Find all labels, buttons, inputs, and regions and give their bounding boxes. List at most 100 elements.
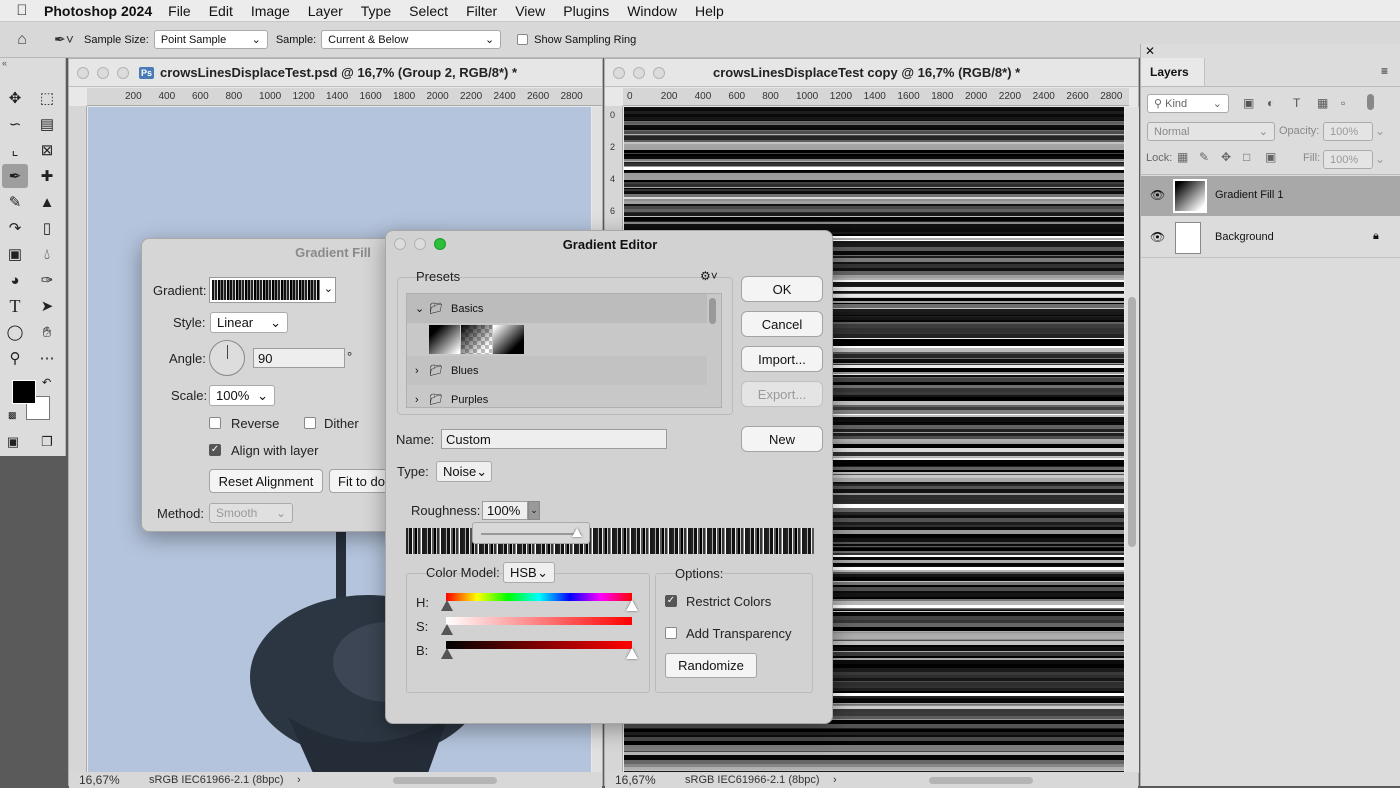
object-select-icon[interactable]: ▤ [34,112,60,136]
lock-position-icon[interactable]: ✥ [1221,150,1231,164]
chevron-down-icon[interactable]: ⌄ [415,302,427,315]
brush-tool-icon[interactable]: ✎ [2,190,28,214]
style-select[interactable]: Linear ⌄ [210,312,288,333]
eyedropper-tool-icon[interactable]: ✒ [2,164,28,188]
zoom-level[interactable]: 16,67% [605,773,677,787]
menu-plugins[interactable]: Plugins [563,3,609,19]
presets-scrollbar[interactable] [709,298,716,324]
shape-filter-icon[interactable]: ▦ [1317,96,1328,110]
apple-icon[interactable]:  [0,2,44,19]
roughness-input[interactable]: 100% [482,501,528,520]
opacity-field[interactable]: 100% [1323,122,1373,141]
layer-name[interactable]: Background [1215,231,1274,243]
ellipse-tool-icon[interactable]: ◯ [2,320,28,344]
color-model-select[interactable]: HSB ⌄ [503,562,555,583]
chevron-right-icon[interactable]: › [297,774,393,786]
menu-image[interactable]: Image [251,3,290,19]
visibility-eye-icon[interactable]: 👁︎ [1150,230,1165,244]
lock-artboard-icon[interactable]: □ [1243,150,1250,164]
preset-swatch-1[interactable] [429,325,460,354]
gradient-tool-icon[interactable]: ▣ [2,242,28,266]
close-icon[interactable] [77,66,89,79]
app-name[interactable]: Photoshop 2024 [44,3,152,19]
panel-menu-icon[interactable]: ≡ [1381,64,1388,78]
chevron-right-icon[interactable]: › [833,774,929,786]
fill-field[interactable]: 100% [1323,150,1373,169]
hue-min-thumb[interactable] [441,600,453,611]
menu-type[interactable]: Type [361,3,391,19]
adjustment-filter-icon[interactable]: ◐ [1267,96,1274,110]
blend-mode-select[interactable]: Normal ⌄ [1147,122,1275,141]
more-tools-icon[interactable]: ⋯ [34,346,60,370]
history-brush-icon[interactable]: ↷ [2,216,28,240]
menu-edit[interactable]: Edit [209,3,233,19]
folder-blues[interactable]: › 📁︎ Blues [407,356,707,385]
menu-help[interactable]: Help [695,3,724,19]
dodge-tool-icon[interactable]: ◕ [2,268,28,292]
roughness-slider-popup[interactable] [472,522,590,544]
menu-select[interactable]: Select [409,3,448,19]
export-button[interactable]: Export... [741,381,823,407]
smart-object-filter-icon[interactable]: ▫ [1341,96,1345,110]
type-filter-icon[interactable]: T [1293,96,1300,110]
scale-select[interactable]: 100% ⌄ [209,385,275,406]
presets-list[interactable]: ⌄ 📁︎ Basics › 📁︎ Blues › 📁︎ Purples [406,293,722,408]
document-tab-1[interactable]: Ps crowsLinesDisplaceTest.psd @ 16,7% (G… [69,59,602,87]
sample-size-select[interactable]: Point Sample ⌄ [153,30,268,49]
eraser-tool-icon[interactable]: ▯ [34,216,60,240]
folder-basics[interactable]: ⌄ 📁︎ Basics [407,294,707,323]
swap-colors-icon[interactable]: ↶ [42,376,51,389]
zoom-level[interactable]: 16,67% [69,773,141,787]
roughness-chevron-icon[interactable]: ⌄ [528,501,540,520]
menu-file[interactable]: File [168,3,191,19]
layer-name[interactable]: Gradient Fill 1 [1215,189,1283,201]
method-select[interactable]: Smooth ⌄ [209,503,293,523]
lasso-tool-icon[interactable]: ∽ [2,112,28,136]
hand-tool-icon[interactable]: ✋︎ [34,320,60,344]
type-tool-icon[interactable]: T [2,294,28,318]
menu-view[interactable]: View [515,3,545,19]
visibility-eye-icon[interactable]: 👁︎ [1150,188,1165,202]
restrict-colors-checkbox[interactable]: ✓ [665,595,677,607]
name-input[interactable]: Custom [441,429,667,449]
sample-select[interactable]: Current & Below ⌄ [321,30,502,49]
blur-tool-icon[interactable]: 💧︎ [34,242,60,266]
chevron-right-icon[interactable]: › [415,365,427,377]
layer-row-gradient-fill[interactable]: 👁︎ Gradient Fill 1 [1141,176,1400,216]
minimize-icon[interactable] [97,66,109,79]
randomize-button[interactable]: Randomize [665,653,757,678]
reverse-checkbox[interactable] [209,417,221,429]
path-select-icon[interactable]: ➤ [34,294,60,318]
fill-chevron-icon[interactable]: ⌄ [1375,152,1385,166]
layers-tab[interactable]: Layers [1141,58,1205,86]
vertical-scrollbar[interactable] [1125,107,1139,773]
default-colors-icon[interactable]: ▩ [8,410,17,421]
angle-input[interactable]: 90 [253,348,345,368]
gradient-picker[interactable]: ⌄ [209,277,336,303]
dither-checkbox[interactable] [304,417,316,429]
reset-alignment-button[interactable]: Reset Alignment [209,469,323,493]
roughness-slider-thumb[interactable] [572,528,582,537]
cancel-button[interactable]: Cancel [741,311,823,337]
presets-label[interactable]: Presets [416,269,460,284]
lock-transparency-icon[interactable]: ▦ [1177,150,1188,164]
preset-swatch-2[interactable] [461,325,492,354]
brightness-min-thumb[interactable] [441,648,453,659]
saturation-slider-track[interactable] [446,617,632,625]
filter-toggle-icon[interactable] [1367,94,1374,110]
kind-filter-select[interactable]: ⚲ Kind ⌄ [1147,94,1229,113]
folder-purples[interactable]: › 📁︎ Purples [407,385,707,407]
menu-layer[interactable]: Layer [308,3,343,19]
angle-dial[interactable] [209,340,245,376]
zoom-tool-icon[interactable]: ⚲ [2,346,28,370]
crop-tool-icon[interactable]: ⌞ [2,138,28,162]
import-button[interactable]: Import... [741,346,823,372]
align-checkbox[interactable]: ✓ [209,444,221,456]
new-button[interactable]: New [741,426,823,452]
presets-settings-icon[interactable]: ⚙˅ [700,269,718,283]
close-icon[interactable] [613,66,625,79]
menu-window[interactable]: Window [627,3,677,19]
foreground-color-swatch[interactable] [12,380,36,404]
document-tab-2[interactable]: crowsLinesDisplaceTest copy @ 16,7% (RGB… [605,59,1138,87]
eyedropper-icon[interactable]: ✒˅ [44,31,84,48]
